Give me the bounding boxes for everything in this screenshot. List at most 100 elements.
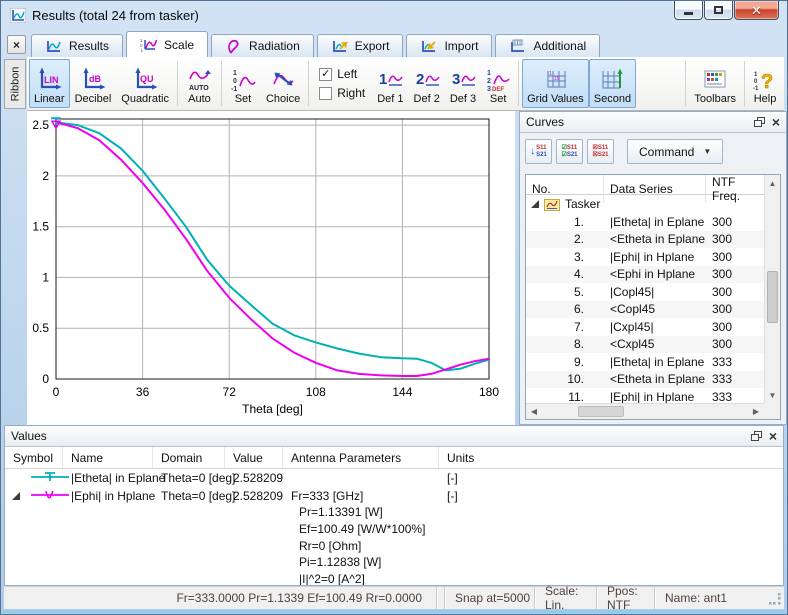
left-checkbox[interactable]: ✓Left xyxy=(319,67,365,81)
close-panel-icon[interactable]: × xyxy=(769,429,777,443)
scroll-down-icon[interactable]: ▼ xyxy=(765,388,780,402)
values-panel: Values × Symbol Name Domain Value Antenn… xyxy=(4,425,784,586)
curves-table-header: No. Data Series NTF Freq. xyxy=(526,175,764,195)
scroll-left-icon[interactable]: ◀ xyxy=(527,404,541,419)
caption-buttons: ✕ xyxy=(673,1,779,20)
ribbon-side-tab-label: Ribbon xyxy=(9,67,21,102)
ribbon-side-tab[interactable]: Ribbon xyxy=(4,59,26,109)
column-name: Name xyxy=(63,447,153,468)
auto-scale-button[interactable]: AUTO Auto xyxy=(181,59,218,108)
curve-no: 5. xyxy=(526,285,604,299)
window-titlebar[interactable]: Results (total 24 from tasker) xyxy=(1,1,787,30)
curve-row[interactable]: 10.<Etheta in Eplane333 xyxy=(526,371,764,389)
values-row-etheta[interactable]: |Etheta| in Eplane Theta=0 [deg] 2.52820… xyxy=(5,469,783,487)
decibel-scale-button[interactable]: dB Decibel xyxy=(70,59,117,108)
quadratic-scale-button[interactable]: QU Quadratic xyxy=(116,59,174,108)
curve-row[interactable]: 6.<Copl45300 xyxy=(526,301,764,319)
status-separator xyxy=(436,587,444,609)
expanded-triangle-icon[interactable] xyxy=(12,492,20,500)
curve-no: 7. xyxy=(526,320,604,334)
curve-row[interactable]: 2.<Etheta in Eplane300 xyxy=(526,231,764,249)
tasker-group-row[interactable]: Tasker xyxy=(526,195,764,213)
close-button[interactable]: ✕ xyxy=(734,1,779,20)
curve-row[interactable]: 1.|Etheta| in Eplane300 xyxy=(526,213,764,231)
check-s11-s21-button[interactable]: ☑S11☑S21 xyxy=(556,139,583,164)
curve-series: |Etheta| in Eplane xyxy=(604,355,706,369)
float-panel-icon[interactable] xyxy=(751,431,762,442)
curve-no: 2. xyxy=(526,232,604,246)
results-window: Results (total 24 from tasker) ✕ × Resul… xyxy=(0,0,788,615)
horizontal-scrollbar[interactable]: ◀ ▶ xyxy=(526,403,764,419)
tab-import[interactable]: Import xyxy=(406,34,492,57)
uncheck-s11-s21-button[interactable]: ☒S11☒S21 xyxy=(587,139,614,164)
float-panel-icon[interactable] xyxy=(754,117,765,128)
status-name: Name: ant1 xyxy=(654,587,784,609)
tab-scale[interactable]: 10-1Scale xyxy=(126,31,208,57)
grid-values-button[interactable]: 115 Grid Values xyxy=(522,59,589,108)
auto-scale-icon: AUTO xyxy=(186,66,213,92)
horizontal-scroll-thumb[interactable] xyxy=(578,406,624,417)
svg-text:1.5: 1.5 xyxy=(32,220,49,234)
curve-row[interactable]: 5.|Copl45|300 xyxy=(526,283,764,301)
set-def-label: Set xyxy=(490,93,507,105)
down-arrow-icon: ↓ xyxy=(530,146,535,157)
tab-results[interactable]: Results xyxy=(31,34,123,57)
ribbon: LIN Linear dB Decibel QU Quadratic AUTO … xyxy=(27,57,784,111)
def2-button[interactable]: 2 Def 2 xyxy=(409,59,445,108)
svg-text:dB: dB xyxy=(89,74,101,84)
vertical-scroll-thumb[interactable] xyxy=(767,271,778,323)
right-checkbox-label: Right xyxy=(337,86,365,100)
resize-grip[interactable] xyxy=(769,593,782,606)
tab-export[interactable]: Export xyxy=(317,34,404,57)
vertical-scrollbar[interactable]: ▲ ▼ xyxy=(764,175,780,403)
svg-text:Theta [deg]: Theta [deg] xyxy=(242,402,303,416)
svg-text:2: 2 xyxy=(42,169,49,183)
scroll-up-icon[interactable]: ▲ xyxy=(765,176,780,190)
curve-row[interactable]: 8.<Cxpl45300 xyxy=(526,336,764,354)
scroll-right-icon[interactable]: ▶ xyxy=(749,404,763,419)
set-def-button[interactable]: 123DEF Set xyxy=(481,59,515,108)
set-scale-label: Set xyxy=(235,93,252,105)
curve-ntf-freq: 333 xyxy=(706,372,764,386)
curves-panel-title: Curves xyxy=(526,115,564,129)
import-s11-s21-button[interactable]: ↓S11S21 xyxy=(525,139,552,164)
curve-row[interactable]: 11.|Ephi| in Hplane333 xyxy=(526,388,764,403)
command-dropdown[interactable]: Command▼ xyxy=(627,139,723,164)
s11-s21-icon: S11S21 xyxy=(536,145,547,159)
second-axis-button[interactable]: Second xyxy=(589,59,636,108)
svg-text:0: 0 xyxy=(233,78,237,85)
help-button[interactable]: 10-1? Help xyxy=(748,59,782,108)
curve-series: |Ephi| in Hplane xyxy=(604,390,706,403)
results-tab-icon xyxy=(45,39,62,54)
curve-row[interactable]: 7.|Cxpl45|300 xyxy=(526,318,764,336)
def3-button[interactable]: 3 Def 3 xyxy=(445,59,481,108)
close-view-button[interactable]: × xyxy=(7,35,26,54)
series-value: 2.528209 xyxy=(225,471,283,485)
expanded-triangle-icon[interactable] xyxy=(531,200,539,208)
curve-row[interactable]: 9.|Etheta| in Eplane333 xyxy=(526,353,764,371)
set-scale-button[interactable]: 10-1 Set xyxy=(225,59,261,108)
curve-no: 3. xyxy=(526,250,604,264)
right-checkbox[interactable]: Right xyxy=(319,86,365,100)
svg-text:0: 0 xyxy=(754,79,758,85)
toolbars-button[interactable]: Toolbars xyxy=(689,59,741,108)
series-name: |Ephi| in Hplane xyxy=(63,489,153,503)
tab-radiation[interactable]: Radiation xyxy=(211,34,314,57)
svg-text:QU: QU xyxy=(140,74,154,84)
linear-axis-icon: LIN xyxy=(36,66,62,92)
tab-additional[interactable]: Additional xyxy=(495,34,600,57)
grid-values-label: Grid Values xyxy=(527,93,584,105)
curve-row[interactable]: 4.<Ephi in Hplane300 xyxy=(526,266,764,284)
values-row-ephi[interactable]: |Ephi| in Hplane Theta=0 [deg] 2.528209 … xyxy=(5,487,783,505)
def1-button[interactable]: 1 Def 1 xyxy=(372,59,408,108)
ribbon-separator xyxy=(308,61,309,106)
def1-icon: 1 xyxy=(377,66,403,92)
chevron-down-icon: ▼ xyxy=(703,147,711,156)
svg-text:2: 2 xyxy=(487,78,491,85)
maximize-button[interactable] xyxy=(704,1,733,20)
minimize-button[interactable] xyxy=(674,1,703,20)
curve-row[interactable]: 3.|Ephi| in Hplane300 xyxy=(526,248,764,266)
close-panel-icon[interactable]: × xyxy=(772,115,780,129)
choice-button[interactable]: Choice xyxy=(261,59,305,108)
linear-scale-button[interactable]: LIN Linear xyxy=(29,59,70,108)
